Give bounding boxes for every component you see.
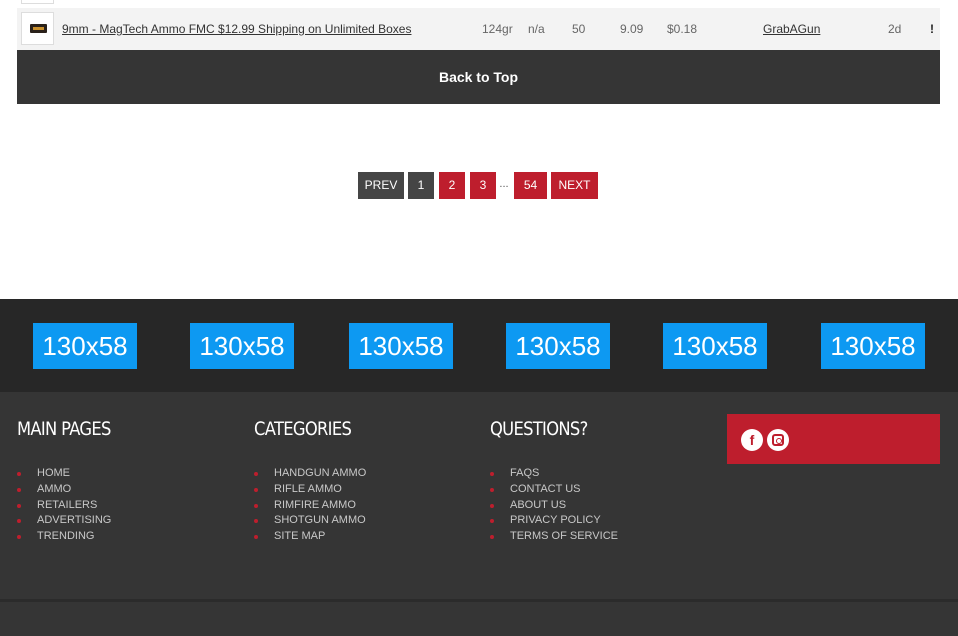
ad-banner-strip: 130x58 130x58 130x58 130x58 130x58 130x5… (0, 299, 958, 392)
next-page-button[interactable]: NEXT (551, 172, 598, 199)
footer-link-contact-us[interactable]: CONTACT US (490, 482, 618, 498)
footer-link-rimfire-ammo[interactable]: RIMFIRE AMMO (254, 498, 366, 514)
main-pages-list: HOME AMMO RETAILERS ADVERTISING TRENDING (17, 466, 111, 545)
footer-link-site-map[interactable]: SITE MAP (254, 529, 366, 545)
pagination-ellipsis: ... (499, 178, 509, 190)
footer-link-handgun-ammo[interactable]: HANDGUN AMMO (254, 466, 366, 482)
type-cell: n/a (528, 22, 545, 36)
ad-slot-4[interactable]: 130x58 (506, 323, 610, 369)
page: 9mm - MagTech Ammo FMC $12.99 Shipping o… (0, 0, 958, 636)
deal-title-link[interactable]: 9mm - MagTech Ammo FMC $12.99 Shipping o… (62, 8, 411, 50)
categories-heading: CATEGORIES (254, 418, 352, 440)
product-thumbnail[interactable] (21, 12, 54, 45)
back-to-top-button[interactable]: Back to Top (17, 50, 940, 104)
footer: MAIN PAGES HOME AMMO RETAILERS ADVERTISI… (0, 392, 958, 636)
main-pages-heading: MAIN PAGES (17, 418, 111, 440)
footer-link-shotgun-ammo[interactable]: SHOTGUN AMMO (254, 513, 366, 529)
footer-link-ammo[interactable]: AMMO (17, 482, 111, 498)
report-flag-button[interactable]: ! (930, 8, 934, 50)
prev-page-button[interactable]: PREV (358, 172, 404, 199)
retailer-link[interactable]: GrabAGun (763, 8, 820, 50)
ad-slot-2[interactable]: 130x58 (190, 323, 294, 369)
questions-heading: QUESTIONS? (490, 418, 588, 440)
price-cell: 9.09 (620, 22, 644, 36)
pagination: PREV 1 2 3 ... 54 NEXT (0, 172, 958, 199)
instagram-glyph (772, 434, 784, 446)
page-2-button[interactable]: 2 (439, 172, 465, 199)
age-cell: 2d (888, 22, 902, 36)
page-1-button[interactable]: 1 (408, 172, 434, 199)
ad-slot-6[interactable]: 130x58 (821, 323, 925, 369)
footer-link-privacy-policy[interactable]: PRIVACY POLICY (490, 513, 618, 529)
instagram-icon[interactable] (767, 429, 789, 451)
footer-link-rifle-ammo[interactable]: RIFLE AMMO (254, 482, 366, 498)
footer-link-trending[interactable]: TRENDING (17, 529, 111, 545)
ad-slot-1[interactable]: 130x58 (33, 323, 137, 369)
footer-link-about-us[interactable]: ABOUT US (490, 498, 618, 514)
page-3-button[interactable]: 3 (470, 172, 496, 199)
page-last-button[interactable]: 54 (514, 172, 547, 199)
previous-row-thumbnail (21, 0, 54, 4)
footer-link-retailers[interactable]: RETAILERS (17, 498, 111, 514)
questions-list: FAQS CONTACT US ABOUT US PRIVACY POLICY … (490, 466, 618, 545)
ad-slot-3[interactable]: 130x58 (349, 323, 453, 369)
grain-cell: 124gr (482, 22, 513, 36)
table-row: 9mm - MagTech Ammo FMC $12.99 Shipping o… (17, 8, 940, 50)
footer-link-terms-of-service[interactable]: TERMS OF SERVICE (490, 529, 618, 545)
facebook-icon[interactable]: f (741, 429, 763, 451)
footer-divider (0, 599, 958, 602)
categories-list: HANDGUN AMMO RIFLE AMMO RIMFIRE AMMO SHO… (254, 466, 366, 545)
footer-link-advertising[interactable]: ADVERTISING (17, 513, 111, 529)
cost-per-round-cell: $0.18 (667, 22, 698, 36)
ammo-box-image (30, 24, 47, 33)
social-links-box: f (727, 414, 940, 464)
footer-link-home[interactable]: HOME (17, 466, 111, 482)
footer-link-faqs[interactable]: FAQS (490, 466, 618, 482)
quantity-cell: 50 (572, 22, 586, 36)
ad-slot-5[interactable]: 130x58 (663, 323, 767, 369)
